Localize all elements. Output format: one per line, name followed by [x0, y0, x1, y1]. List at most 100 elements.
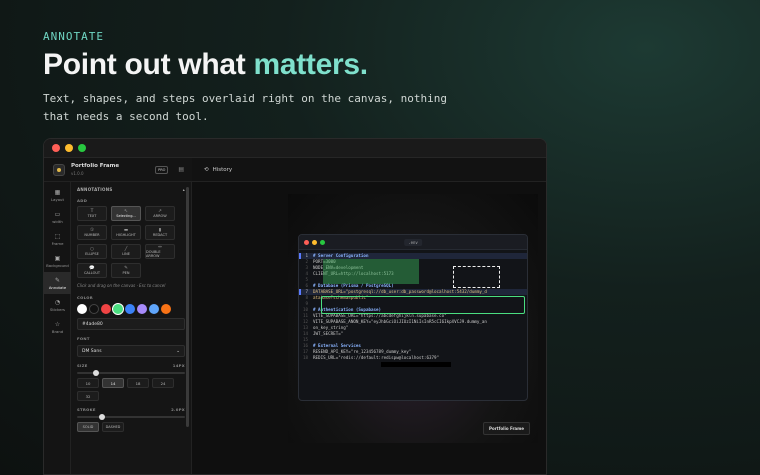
nav-item-label: Layout: [51, 196, 64, 202]
nav-background-icon: ▣: [54, 254, 61, 262]
nav-item-layout[interactable]: ▦ Layout: [44, 184, 71, 206]
tool-callout[interactable]: 💬 CALLOUT: [77, 263, 107, 278]
headline: Point out what matters.: [43, 48, 368, 82]
tool-ellipse[interactable]: ○ ELLIPSE: [77, 244, 107, 259]
maximize-dot[interactable]: [78, 144, 86, 152]
tool-line[interactable]: ╱ LINE: [111, 244, 141, 259]
tool-selecting[interactable]: ↖ Selecting...: [111, 206, 141, 221]
rectangle-annotation[interactable]: [321, 296, 525, 314]
history-button[interactable]: History: [213, 167, 233, 173]
history-icon[interactable]: ⟲: [204, 167, 209, 173]
annotations-panel: ANNOTATIONS ▴ ADD T TEXT ↖ Selecting... ↗ ARRO…: [71, 182, 192, 474]
stroke-value: 2.0PX: [171, 407, 185, 412]
chevron-up-icon[interactable]: ▴: [183, 187, 185, 192]
title-bar: [44, 139, 546, 158]
stroke-slider[interactable]: [77, 414, 185, 420]
annotations-title: ANNOTATIONS: [77, 187, 113, 192]
tool-redact[interactable]: ▮ REDACT: [145, 225, 175, 240]
editor-tab: .env: [404, 238, 422, 246]
highlight-annotation[interactable]: [323, 259, 419, 284]
size-preset-button[interactable]: 32: [77, 391, 99, 401]
color-hex-input[interactable]: #4ade80: [77, 318, 185, 330]
color-hex-value: #4ade80: [82, 321, 103, 327]
size-row: SIZE 14PX: [77, 363, 185, 368]
nav-item-label: Brand: [51, 328, 64, 334]
tool-label: PEN: [122, 271, 130, 275]
nav-annotate-icon: ✎: [54, 276, 61, 284]
color-label: COLOR: [77, 295, 93, 300]
tool-label: ELLIPSE: [85, 252, 99, 256]
font-select[interactable]: DM Sans ⌄: [77, 345, 185, 357]
code-text: JWT_SECRET=": [313, 331, 344, 336]
frame-badge: Portfolio Frame: [483, 422, 530, 435]
redact-annotation[interactable]: [381, 362, 451, 367]
color-swatch[interactable]: [89, 304, 99, 314]
tool-label: Selecting...: [116, 214, 136, 218]
panel-scrollbar[interactable]: [186, 187, 189, 427]
color-swatch[interactable]: [101, 304, 111, 314]
tool-double-arrow[interactable]: ↔ DOUBLE ARROW: [145, 244, 175, 259]
canvas-toolbar: ⟲ History: [192, 158, 546, 182]
add-label: ADD: [77, 198, 88, 203]
color-swatch[interactable]: [161, 304, 171, 314]
nav-item-stickers[interactable]: ◔ Stickers: [44, 294, 71, 316]
tool-pen[interactable]: ✎ PEN: [111, 263, 141, 278]
app-header: Portfolio Frame v1.0.0 PRO ▤: [44, 158, 192, 182]
minimize-dot[interactable]: [65, 144, 73, 152]
size-preset-button[interactable]: 14: [102, 378, 124, 388]
tool-label: DOUBLE ARROW: [146, 250, 161, 258]
canvas-area[interactable]: .env 1 # Server Configuration 2 PORT=3000 3 N…: [192, 182, 546, 474]
code-editor-window: .env 1 # Server Configuration 2 PORT=3000 3 N…: [298, 234, 528, 401]
selection-box-annotation[interactable]: [453, 266, 500, 288]
nav-frame-icon: ⬚: [54, 232, 61, 240]
size-preset-button[interactable]: 18: [127, 378, 149, 388]
headline-main: Point out what: [43, 48, 254, 81]
color-swatch[interactable]: [77, 304, 87, 314]
app-name-block: Portfolio Frame v1.0.0: [71, 163, 119, 177]
color-swatch[interactable]: [113, 304, 123, 314]
nav-brand-icon: ☆: [54, 320, 61, 328]
tool-highlight[interactable]: ▬ HIGHLIGHT: [111, 225, 141, 240]
nav-item-annotate[interactable]: ✎ Annotate: [44, 272, 71, 294]
color-swatch[interactable]: [149, 304, 159, 314]
nav-list: ▦ Layout ▭ width ⬚ Frame ▣ Background ✎ Annotate ◔…: [44, 184, 71, 338]
stroke-label: STROKE: [77, 407, 96, 412]
annotations-section-header[interactable]: ANNOTATIONS ▴: [77, 187, 185, 192]
stroke-dashed-button[interactable]: DASHED: [102, 422, 124, 432]
canvas-hint: Click and drag on the canvas · Esc to ca…: [77, 283, 166, 288]
size-preset-button[interactable]: 10: [77, 378, 99, 388]
color-swatch[interactable]: [137, 304, 147, 314]
size-label: SIZE: [77, 363, 88, 368]
tool-arrow[interactable]: ↗ ARROW: [145, 206, 175, 221]
subline: Text, shapes, and steps overlaid right o…: [43, 92, 447, 123]
tool-number[interactable]: ① NUMBER: [77, 225, 107, 240]
nav-layout-icon: ▦: [54, 188, 61, 196]
close-dot[interactable]: [52, 144, 60, 152]
nav-width-icon: ▭: [54, 210, 61, 218]
nav-item-brand[interactable]: ☆ Brand: [44, 316, 71, 338]
editor-title-bar: .env: [299, 235, 527, 250]
tool-label: REDACT: [152, 233, 168, 237]
chevron-down-icon: ⌄: [176, 348, 180, 354]
code-text: REDIS_URL="redis://default:redispw@local…: [313, 355, 440, 360]
nav-item-width[interactable]: ▭ width: [44, 206, 71, 228]
stroke-slider-handle[interactable]: [98, 414, 105, 420]
nav-item-frame[interactable]: ⬚ Frame: [44, 228, 71, 250]
size-preset-button[interactable]: 24: [152, 378, 174, 388]
line-number: 18: [302, 355, 308, 360]
color-swatch[interactable]: [125, 304, 135, 314]
nav-item-label: Background: [46, 262, 69, 268]
nav-item-label: Frame: [51, 240, 64, 246]
code-body: 1 # Server Configuration 2 PORT=3000 3 NODE_E…: [299, 250, 527, 367]
portfolio-frame[interactable]: .env 1 # Server Configuration 2 PORT=3000 3 N…: [288, 194, 538, 443]
stroke-row: STROKE 2.0PX: [77, 407, 185, 412]
nav-item-background[interactable]: ▣ Background: [44, 250, 71, 272]
stroke-solid-button[interactable]: SOLID: [77, 422, 99, 432]
tool-text[interactable]: T TEXT: [77, 206, 107, 221]
panel-toggle-icon[interactable]: ▤: [178, 166, 184, 173]
size-slider[interactable]: [77, 370, 185, 376]
editor-minimize-dot: [312, 239, 317, 245]
color-swatches: [77, 304, 185, 314]
size-slider-handle[interactable]: [93, 370, 100, 376]
stroke-style-buttons: SOLID DASHED: [77, 422, 185, 432]
